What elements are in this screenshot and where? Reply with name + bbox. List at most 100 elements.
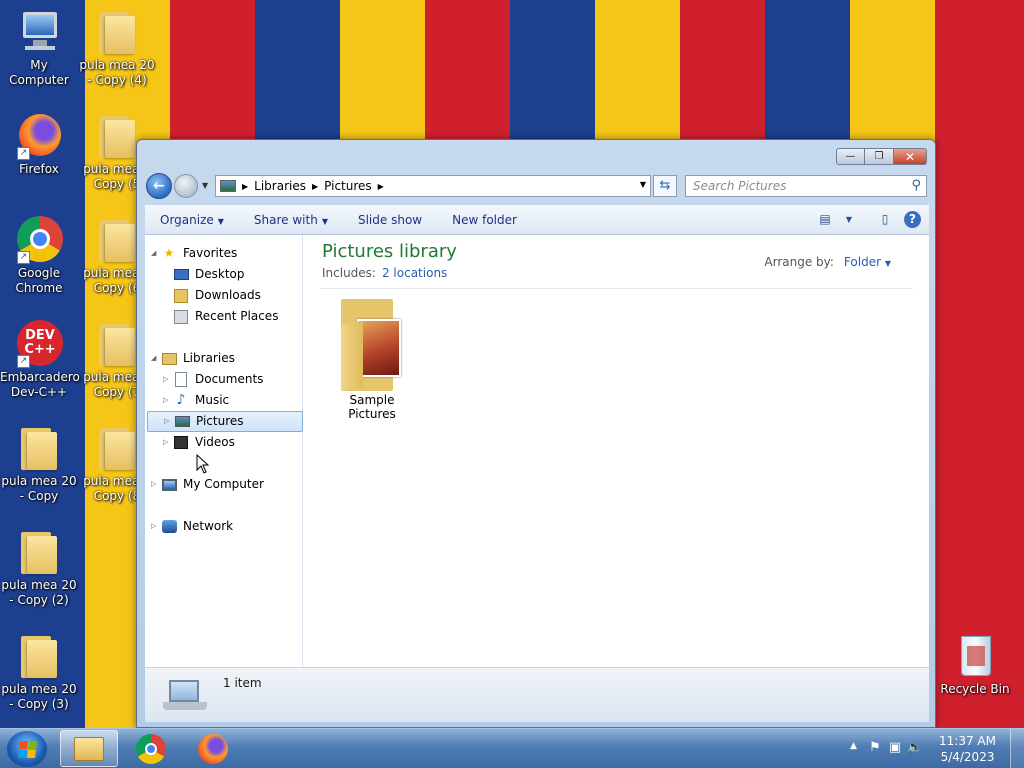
network-status-icon[interactable]: ▣ [886, 740, 904, 758]
chrome-icon: ↗ [15, 216, 63, 264]
caret-down-icon: ▼ [884, 259, 891, 268]
details-pane: 1 item [145, 667, 929, 722]
close-button[interactable]: ✕ [894, 148, 927, 165]
search-input[interactable]: Search Pictures ⚲ [685, 175, 927, 197]
computer-icon [161, 477, 177, 493]
desktop-icon-label: Firefox [19, 162, 59, 176]
chevron-right-icon[interactable]: ▶ [312, 182, 318, 191]
new-folder-button[interactable]: New folder [437, 213, 532, 227]
breadcrumb-pictures[interactable]: Pictures [324, 179, 372, 193]
clock-time: 11:37 AM [939, 734, 996, 748]
nav-videos[interactable]: ▷ Videos [163, 432, 235, 453]
recent-places-icon [173, 309, 189, 325]
folder-icon [93, 8, 141, 56]
address-dropdown[interactable]: ▼ [640, 180, 646, 189]
preview-pane-icon[interactable]: ▯ [876, 210, 894, 228]
expand-arrow-icon[interactable]: ▷ [151, 516, 161, 537]
nav-recent-places[interactable]: Recent Places [173, 306, 278, 327]
expand-arrow-icon[interactable]: ▷ [163, 369, 173, 390]
recycle-bin-icon [951, 632, 999, 680]
nav-label: Videos [195, 435, 235, 449]
desktop-icon-my-computer[interactable]: My Computer [0, 8, 78, 88]
taskbar-firefox[interactable] [184, 730, 242, 767]
breadcrumb-libraries[interactable]: Libraries [254, 179, 306, 193]
show-hidden-icons-button[interactable]: ▲ [850, 741, 857, 751]
chevron-right-icon[interactable]: ▶ [378, 182, 384, 191]
maximize-button[interactable]: ❐ [865, 148, 894, 165]
minimize-button[interactable]: — [836, 148, 865, 165]
nav-my-computer[interactable]: ▷ My Computer [151, 474, 264, 495]
desktop-icon-firefox[interactable]: ↗ Firefox [0, 112, 78, 177]
library-includes: Includes: 2 locations [322, 266, 447, 280]
devcpp-icon: DEV C++ ↗ [15, 320, 63, 368]
nav-libraries[interactable]: ◢ Libraries [151, 348, 235, 369]
recent-pages-dropdown[interactable]: ▼ [202, 181, 208, 190]
slide-show-button[interactable]: Slide show [343, 213, 437, 227]
expand-arrow-icon[interactable]: ▷ [151, 474, 161, 495]
view-dropdown-icon[interactable]: ▼ [844, 210, 854, 228]
desktop-icon-devcpp[interactable]: DEV C++ ↗ Embarcadero Dev-C++ [0, 320, 80, 400]
share-with-button[interactable]: Share with ▼ [239, 213, 343, 227]
help-icon[interactable]: ? [904, 210, 921, 228]
expand-arrow-icon[interactable]: ▷ [163, 390, 173, 411]
nav-downloads[interactable]: Downloads [173, 285, 261, 306]
expand-arrow-icon[interactable]: ◢ [151, 348, 161, 369]
taskbar-chrome[interactable] [122, 730, 180, 767]
address-bar[interactable]: ▶ Libraries ▶ Pictures ▶ ▼ [215, 175, 651, 197]
shortcut-arrow-icon: ↗ [17, 251, 30, 264]
desktop-icon-folder[interactable]: pula mea 20 - Copy [0, 424, 78, 504]
folder-label: Sample Pictures [348, 393, 396, 421]
expand-arrow-icon[interactable]: ◢ [151, 243, 161, 264]
nav-pictures[interactable]: ▷ Pictures [147, 411, 303, 432]
file-list-pane: Pictures library Includes: 2 locations Ar… [304, 235, 929, 667]
folder-icon [93, 216, 141, 264]
arrow-left-icon: ← [153, 178, 165, 194]
forward-button[interactable] [174, 174, 198, 198]
nav-network[interactable]: ▷ Network [151, 516, 233, 537]
expand-arrow-icon[interactable]: ▷ [164, 411, 174, 432]
organize-label: Organize [160, 212, 214, 227]
taskbar: ▲ ⚑ ▣ 🔈 11:37 AM 5/4/2023 [0, 728, 1024, 768]
desktop-icon-chrome[interactable]: ↗ Google Chrome [0, 216, 78, 296]
taskbar-explorer[interactable] [60, 730, 118, 767]
nav-label: Libraries [183, 351, 235, 365]
clock[interactable]: 11:37 AM 5/4/2023 [939, 733, 996, 765]
desktop-icon-folder[interactable]: pula mea 20 - Copy (4) [78, 8, 156, 88]
chevron-right-icon[interactable]: ▶ [242, 182, 248, 191]
expand-arrow-icon[interactable]: ▷ [163, 432, 173, 453]
nav-documents[interactable]: ▷ Documents [163, 369, 263, 390]
action-center-icon[interactable]: ⚑ [866, 740, 884, 758]
show-desktop-button[interactable] [1010, 729, 1024, 768]
window-controls: — ❐ ✕ [836, 148, 927, 165]
desktop-icon-label: My Computer [9, 58, 69, 87]
start-button[interactable] [7, 731, 47, 767]
nav-label: Music [195, 393, 230, 407]
item-count: 1 item [223, 676, 262, 690]
folder-item[interactable]: Sample Pictures [324, 299, 420, 421]
back-button[interactable]: ← [146, 173, 172, 199]
desktop-icon-folder[interactable]: pula mea 20 - Copy (2) [0, 528, 78, 608]
organize-button[interactable]: Organize ▼ [145, 213, 239, 227]
search-icon[interactable]: ⚲ [911, 176, 921, 196]
content-area: ◢ ★ Favorites Desktop Downloads Recent P… [145, 235, 929, 667]
share-with-label: Share with [253, 212, 318, 227]
change-view-icon[interactable]: ▤ [816, 210, 834, 228]
volume-icon[interactable]: 🔈 [906, 740, 924, 758]
desktop-icon-recycle-bin[interactable]: Recycle Bin [936, 632, 1014, 697]
desktop-icon-folder[interactable]: pula mea 20 - Copy (3) [0, 632, 78, 712]
windows-logo-icon [17, 740, 37, 758]
nav-music[interactable]: ▷ ♪ Music [163, 390, 229, 411]
folder-icon [15, 424, 63, 472]
locations-link[interactable]: 2 locations [382, 266, 447, 280]
nav-desktop[interactable]: Desktop [173, 264, 245, 285]
folder-icon [15, 528, 63, 576]
nav-favorites[interactable]: ◢ ★ Favorites [151, 243, 237, 264]
refresh-button[interactable]: ⇆ [653, 175, 677, 197]
folder-icon [15, 632, 63, 680]
arrange-dropdown[interactable]: Folder ▼ [844, 255, 891, 269]
music-icon: ♪ [176, 392, 186, 408]
desktop-icon-label: Embarcadero Dev-C++ [0, 370, 80, 399]
shortcut-arrow-icon: ↗ [17, 355, 30, 368]
refresh-icon: ⇆ [659, 178, 671, 193]
arrange-value: Folder [843, 255, 882, 269]
